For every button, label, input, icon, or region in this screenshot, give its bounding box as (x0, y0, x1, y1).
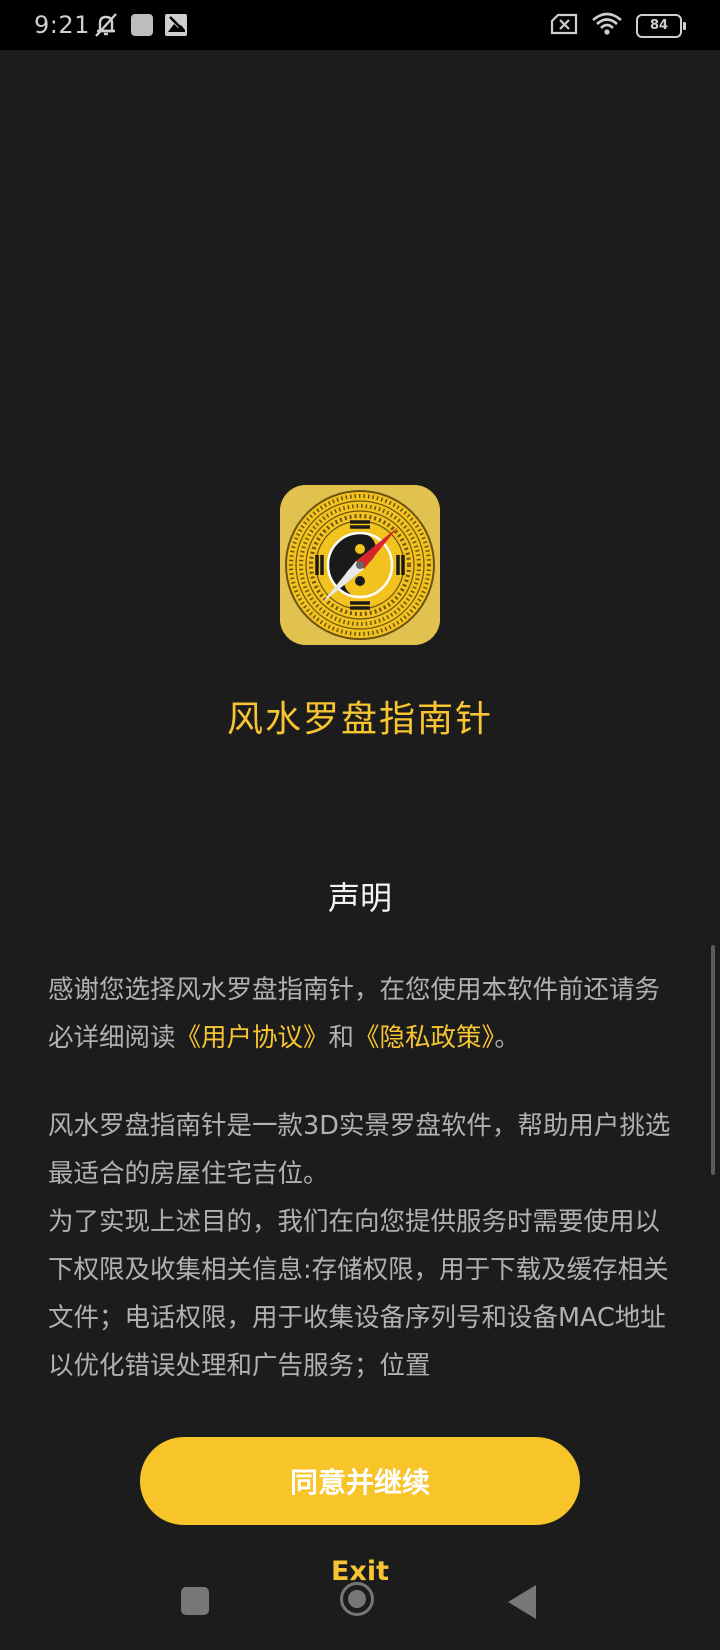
back-icon[interactable] (508, 1585, 536, 1619)
sim-none-icon (550, 13, 578, 39)
recent-apps-icon[interactable] (181, 1587, 209, 1615)
status-time: 9:21 (34, 11, 90, 39)
app-icon (280, 485, 440, 645)
declaration-content[interactable]: 感谢您选择风水罗盘指南针，在您使用本软件前还请务必详细阅读《用户协议》和《隐私政… (48, 966, 673, 1381)
agree-continue-button[interactable]: 同意并继续 (140, 1437, 580, 1525)
app-notification-icon (130, 13, 154, 41)
and-text: 和 (328, 1023, 355, 1053)
navigation-bar (0, 1570, 720, 1650)
status-right-icons: 84 (550, 12, 686, 40)
declaration-description: 风水罗盘指南针是一款3D实景罗盘软件，帮助用户挑选最适合的房屋住宅吉位。 (48, 1111, 671, 1189)
declaration-intro: 感谢您选择风水罗盘指南针，在您使用本软件前还请务必详细阅读《用户协议》和《隐私政… (48, 966, 673, 1062)
status-left-icons (92, 12, 188, 42)
scrollbar[interactable] (711, 945, 715, 1175)
privacy-policy-link[interactable]: 《隐私政策》 (354, 1023, 494, 1053)
status-bar: 9:21 84 (0, 0, 720, 50)
user-agreement-link[interactable]: 《用户协议》 (176, 1023, 329, 1053)
period-text: 。 (494, 1023, 520, 1053)
mute-icon (92, 12, 120, 42)
app-title: 风水罗盘指南针 (226, 699, 493, 740)
wifi-icon (592, 12, 622, 40)
home-icon[interactable] (340, 1582, 374, 1616)
declaration-permissions: 为了实现上述目的，我们在向您提供服务时需要使用以下权限及收集相关信息:存储权限，… (48, 1207, 669, 1381)
image-icon (164, 13, 188, 41)
battery-icon: 84 (636, 14, 686, 38)
declaration-title: 声明 (327, 879, 392, 917)
